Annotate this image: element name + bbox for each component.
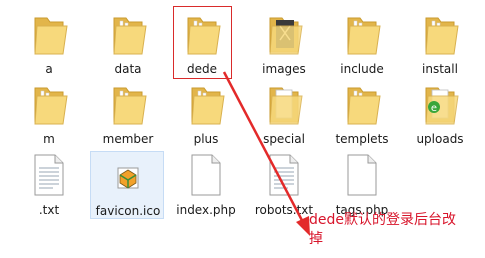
annotation-text: dede默认的登录后台改掉 <box>309 212 456 247</box>
file-explorer-view: a data dede images include install m mem… <box>0 0 485 258</box>
